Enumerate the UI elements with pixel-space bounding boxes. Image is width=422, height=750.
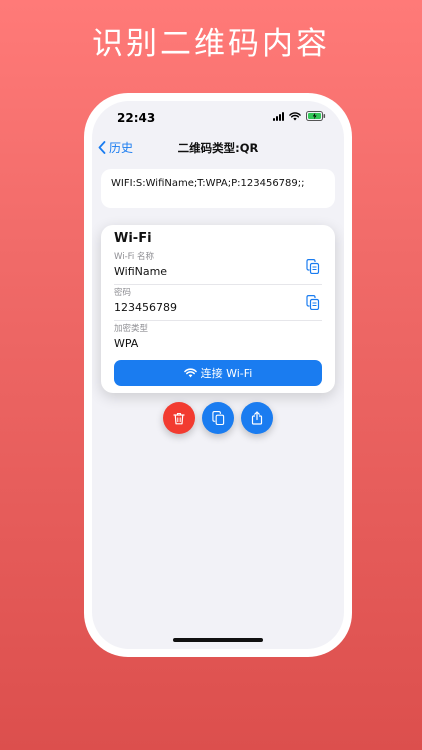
phone-frame: 22:43 历史 二维码类型:QR WIFI:S:WifiName;T:WPA;…	[84, 93, 352, 657]
qr-raw-text: WIFI:S:WifiName;T:WPA;P:123456789;;	[111, 178, 305, 189]
field-password: 密码 123456789	[114, 285, 322, 321]
promo-title: 识别二维码内容	[92, 26, 330, 62]
card-title: Wi-Fi	[114, 231, 152, 246]
share-icon	[251, 411, 263, 425]
field-encryption: 加密类型 WPA	[114, 321, 322, 357]
delete-button[interactable]	[163, 402, 195, 434]
home-indicator	[173, 638, 263, 642]
wifi-card: Wi-Fi Wi-Fi 名称 WifiName 密码 123456789 加密类…	[101, 225, 335, 393]
page-title: 二维码类型:QR	[177, 141, 259, 155]
phone-screen: 22:43 历史 二维码类型:QR WIFI:S:WifiName;T:WPA;…	[92, 101, 344, 649]
status-icons	[273, 111, 326, 121]
connect-label: 连接 Wi-Fi	[200, 367, 253, 380]
copy-icon[interactable]	[306, 294, 320, 314]
field-value: 123456789	[114, 301, 177, 314]
nav-bar: 历史 二维码类型:QR	[92, 135, 344, 161]
copy-icon	[211, 411, 224, 425]
field-value: WifiName	[114, 265, 168, 278]
connect-wifi-button[interactable]: 连接 Wi-Fi	[114, 360, 322, 386]
battery-charging-icon	[306, 111, 326, 121]
signal-icon	[273, 111, 284, 121]
field-label: 加密类型	[114, 324, 149, 334]
copy-icon[interactable]	[306, 258, 320, 278]
copy-button[interactable]	[202, 402, 234, 434]
status-bar: 22:43	[92, 101, 344, 131]
trash-icon	[173, 412, 185, 424]
field-wifi-name: Wi-Fi 名称 WifiName	[114, 249, 322, 285]
share-button[interactable]	[241, 402, 273, 434]
qr-content-box[interactable]: WIFI:S:WifiName;T:WPA;P:123456789;;	[101, 169, 335, 208]
field-label: 密码	[114, 288, 132, 298]
action-row	[92, 402, 344, 434]
field-value: WPA	[114, 337, 139, 350]
wifi-status-icon	[289, 111, 301, 121]
field-label: Wi-Fi 名称	[114, 252, 154, 262]
status-time: 22:43	[117, 111, 156, 125]
wifi-icon	[183, 368, 197, 378]
